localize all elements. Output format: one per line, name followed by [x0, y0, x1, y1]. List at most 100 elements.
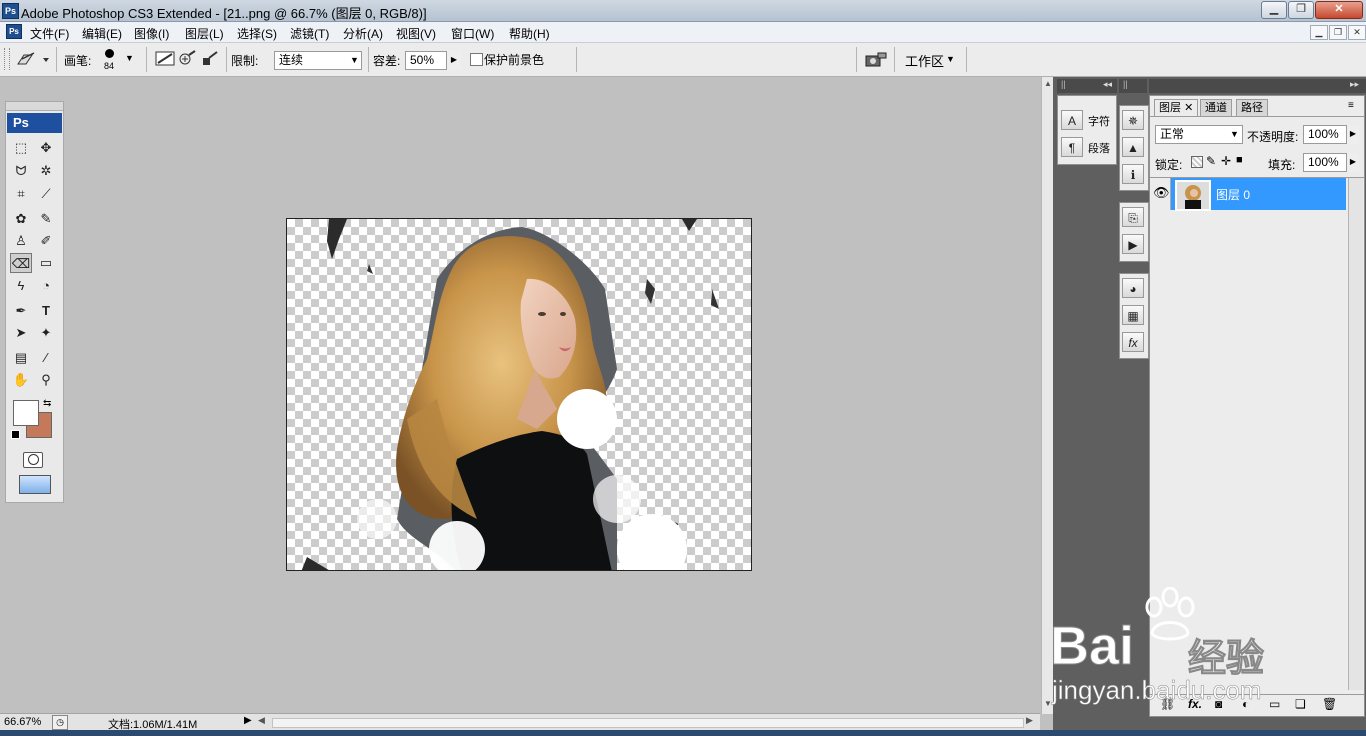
scroll-left-icon[interactable]: ◀ — [258, 715, 265, 726]
tolerance-input[interactable]: 50% ▶ — [405, 51, 461, 70]
doc-restore-button[interactable]: ❐ — [1329, 25, 1347, 40]
actions-icon[interactable]: ▶ — [1122, 234, 1144, 254]
foreground-color-swatch[interactable] — [13, 400, 39, 426]
minimize-button[interactable]: ▁ — [1261, 1, 1287, 19]
lock-pixels-icon[interactable]: ✎ — [1206, 154, 1216, 168]
doc-close-button[interactable]: ✕ — [1348, 25, 1366, 40]
path-selection-tool-icon[interactable]: ➤ — [10, 323, 32, 343]
blur-tool-icon[interactable]: ϟ — [10, 276, 32, 296]
styles-icon[interactable]: fx — [1122, 332, 1144, 352]
layer-name[interactable]: 图层 0 — [1216, 186, 1250, 203]
panel-menu-icon[interactable]: ≡ — [1348, 100, 1354, 111]
notes-tool-icon[interactable]: ▤ — [10, 348, 32, 368]
scroll-right-icon[interactable]: ▶ — [1026, 715, 1033, 726]
gradient-tool-icon[interactable]: ▭ — [35, 253, 57, 273]
menu-layer[interactable]: 图层(L) — [185, 25, 224, 42]
blend-mode-select[interactable]: 正常 ▼ — [1155, 125, 1243, 144]
dock-header[interactable]: || — [1119, 79, 1147, 93]
lasso-tool-icon[interactable]: ᗢ — [10, 161, 32, 181]
menu-file[interactable]: 文件(F) — [30, 25, 69, 42]
dock-header[interactable]: ▸▸ — [1149, 79, 1366, 93]
type-tool-icon[interactable]: T — [35, 301, 57, 321]
grip-handle[interactable] — [4, 48, 10, 70]
slider-arrow-icon[interactable]: ▶ — [1346, 153, 1359, 172]
document-canvas[interactable] — [286, 218, 752, 571]
menu-help[interactable]: 帮助(H) — [509, 25, 550, 42]
color-icon[interactable]: ◕ — [1122, 278, 1144, 298]
pen-tool-icon[interactable]: ✒ — [10, 301, 32, 321]
close-button[interactable]: ✕ — [1315, 1, 1363, 19]
menu-view[interactable]: 视图(V) — [396, 25, 436, 42]
limit-select[interactable]: 连续 ▼ — [274, 51, 362, 70]
lock-transparency-icon[interactable] — [1191, 156, 1203, 168]
brush-picker[interactable]: 84 ▼ — [100, 47, 136, 73]
zoom-level[interactable]: 66.67% — [4, 716, 41, 728]
history-icon[interactable]: ⎘ — [1122, 207, 1144, 227]
swap-colors-icon[interactable]: ⇆ — [43, 398, 51, 409]
character-panel-icon[interactable]: A — [1061, 110, 1083, 130]
expand-icon[interactable]: ▸▸ — [1350, 79, 1359, 90]
slider-arrow-icon[interactable]: ▶ — [446, 51, 461, 70]
magic-wand-tool-icon[interactable]: ✲ — [35, 161, 57, 181]
history-brush-tool-icon[interactable]: ✐ — [35, 231, 57, 251]
lock-all-icon[interactable]: ■ — [1236, 154, 1243, 166]
menu-edit[interactable]: 编辑(E) — [82, 25, 122, 42]
clone-stamp-tool-icon[interactable]: ♙ — [10, 231, 32, 251]
workspace-button[interactable]: 工作区 — [905, 51, 944, 70]
eyedropper-tool-icon[interactable]: ⁄ — [35, 348, 57, 368]
layer-visibility-toggle[interactable]: 👁 — [1150, 178, 1171, 210]
horizontal-scrollbar[interactable] — [272, 718, 1024, 728]
doc-icon[interactable]: Ps — [6, 24, 22, 39]
menu-filter[interactable]: 滤镜(T) — [290, 25, 329, 42]
opacity-input[interactable]: 100% ▶ — [1303, 125, 1359, 144]
info-icon[interactable]: ℹ — [1122, 164, 1144, 184]
character-panel-label[interactable]: 字符 — [1088, 113, 1110, 129]
doc-minimize-button[interactable]: ▁ — [1310, 25, 1328, 40]
histogram-icon[interactable]: ▲ — [1122, 137, 1144, 157]
protect-foreground-checkbox[interactable] — [470, 53, 483, 66]
dodge-tool-icon[interactable]: ◔ — [35, 276, 57, 296]
tab-paths[interactable]: 路径 — [1236, 99, 1268, 117]
quick-mask-icon[interactable] — [23, 452, 43, 468]
paragraph-panel-label[interactable]: 段落 — [1088, 140, 1110, 156]
healing-brush-tool-icon[interactable]: ✿ — [10, 209, 32, 229]
layers-scrollbar[interactable] — [1348, 178, 1363, 690]
status-arrow-icon[interactable]: ▶ — [244, 715, 252, 726]
tab-layers[interactable]: 图层 ✕ — [1154, 99, 1199, 117]
dock-header[interactable]: || ◂◂ — [1057, 79, 1117, 93]
menu-image[interactable]: 图像(I) — [134, 25, 169, 42]
slice-tool-icon[interactable]: ⟋ — [35, 184, 57, 204]
brush-tool-icon[interactable]: ✎ — [35, 209, 57, 229]
marquee-tool-icon[interactable]: ⬚ — [10, 138, 32, 158]
tab-channels[interactable]: 通道 — [1200, 99, 1232, 117]
bridge-button[interactable] — [864, 50, 888, 70]
zoom-tool-icon[interactable]: ⚲ — [35, 370, 57, 390]
scroll-up-icon[interactable]: ▲ — [1044, 79, 1052, 88]
sampling-once-icon[interactable] — [179, 50, 196, 65]
lock-position-icon[interactable]: ✛ — [1221, 154, 1231, 168]
tools-header[interactable]: Ps — [7, 113, 62, 133]
slider-arrow-icon[interactable]: ▶ — [1346, 125, 1359, 144]
swatches-icon[interactable]: ▦ — [1122, 305, 1144, 325]
move-tool-icon[interactable]: ✥ — [35, 138, 57, 158]
paragraph-panel-icon[interactable]: ¶ — [1061, 137, 1083, 157]
menu-window[interactable]: 窗口(W) — [451, 25, 494, 42]
sampling-continuous-icon[interactable] — [155, 51, 175, 66]
crop-tool-icon[interactable]: ⌗ — [10, 184, 32, 204]
layer-thumbnail[interactable] — [1175, 180, 1211, 211]
maximize-button[interactable]: ❐ — [1288, 1, 1314, 19]
background-eraser-tool-icon[interactable]: ⌫ — [10, 253, 32, 273]
sampling-swatch-icon[interactable] — [203, 51, 218, 65]
menu-analysis[interactable]: 分析(A) — [343, 25, 383, 42]
close-tab-icon[interactable]: ✕ — [1184, 102, 1193, 114]
tools-panel-grip[interactable] — [6, 102, 63, 111]
collapse-icon[interactable]: ◂◂ — [1103, 79, 1112, 90]
status-menu-icon[interactable]: ◷ — [52, 715, 68, 730]
tool-preset-picker[interactable] — [14, 49, 50, 69]
screen-mode-icon[interactable] — [19, 475, 51, 494]
custom-shape-tool-icon[interactable]: ✦ — [35, 323, 57, 343]
navigator-icon[interactable]: ✵ — [1122, 110, 1144, 130]
hand-tool-icon[interactable]: ✋ — [10, 370, 32, 390]
menu-select[interactable]: 选择(S) — [237, 25, 277, 42]
default-colors-icon[interactable] — [11, 430, 20, 439]
